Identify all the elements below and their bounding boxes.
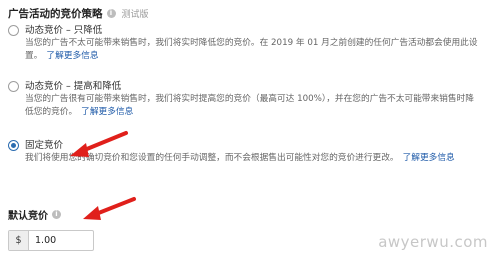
option-dynamic-up-down[interactable]: 动态竞价 – 提高和降低 当您的广告很有可能带来销售时，我们将实时提高您的竞价（… (8, 80, 480, 119)
option-dynamic-up-down-body: 动态竞价 – 提高和降低 当您的广告很有可能带来销售时，我们将实时提高您的竞价（… (25, 80, 480, 119)
option-label: 动态竞价 – 只降低 (25, 25, 103, 36)
bidding-strategy-label: 广告活动的竞价策略 (8, 7, 103, 20)
info-icon[interactable]: i (52, 210, 61, 219)
default-bid-label: 默认竞价 (8, 211, 48, 222)
learn-more-link[interactable]: 了解更多信息 (403, 153, 455, 163)
watermark: awyerwu.com (378, 233, 488, 251)
learn-more-link[interactable]: 了解更多信息 (46, 51, 98, 61)
option-description: 当您的广告很有可能带来销售时，我们将实时提高您的竞价（最高可达 100%），并在… (25, 93, 480, 119)
bidding-strategy-title: 广告活动的竞价策略 i 测试版 (8, 4, 149, 22)
beta-badge: 测试版 (121, 9, 149, 20)
info-icon[interactable]: i (106, 8, 116, 18)
option-dynamic-down-only-body: 动态竞价 – 只降低 当您的广告不太可能带来销售时，我们将实时降低您的竞价。在 … (25, 24, 480, 63)
default-bid-input[interactable] (29, 231, 89, 250)
learn-more-link[interactable]: 了解更多信息 (81, 107, 133, 117)
option-description: 当您的广告不太可能带来销售时，我们将实时降低您的竞价。在 2019 年 01 月… (25, 37, 480, 63)
currency-prefix: $ (9, 231, 29, 250)
option-label: 动态竞价 – 提高和降低 (25, 81, 122, 92)
red-arrow-icon (70, 131, 128, 157)
red-arrow-icon (83, 197, 136, 220)
radio-dynamic-down-only[interactable] (8, 25, 19, 36)
option-dynamic-down-only[interactable]: 动态竞价 – 只降低 当您的广告不太可能带来销售时，我们将实时降低您的竞价。在 … (8, 24, 480, 63)
radio-fixed-bids[interactable] (8, 140, 19, 151)
default-bid-field: $ (8, 230, 94, 251)
default-bid-title: 默认竞价 i (8, 207, 61, 222)
radio-dynamic-up-down[interactable] (8, 81, 19, 92)
